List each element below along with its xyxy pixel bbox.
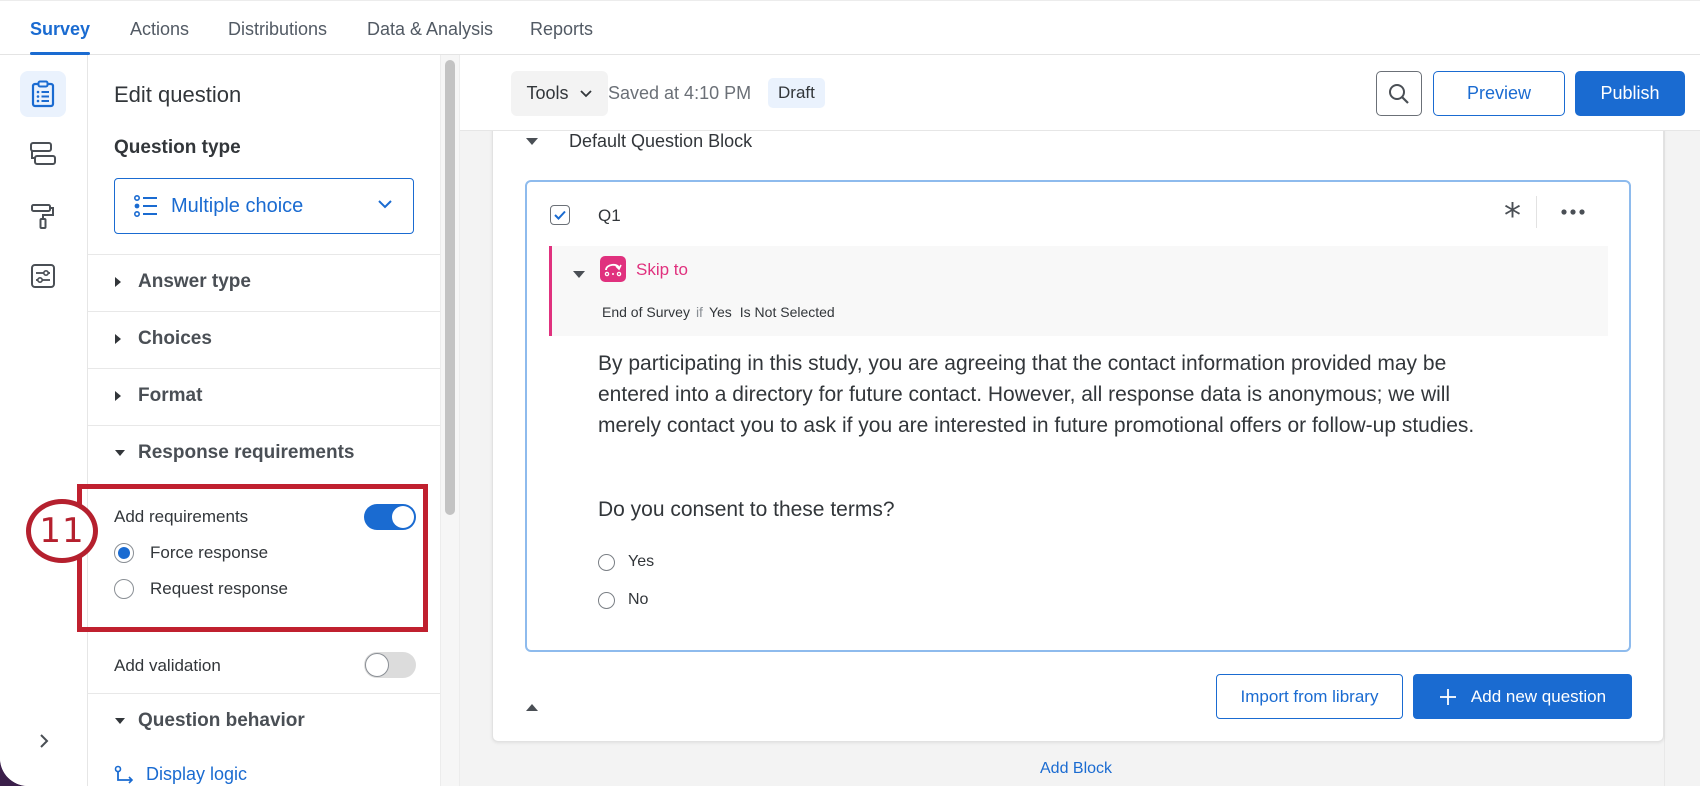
app-window: Survey Actions Distributions Data & Anal… — [0, 0, 1700, 786]
search-button[interactable] — [1376, 71, 1422, 116]
top-nav: Survey Actions Distributions Data & Anal… — [0, 0, 1700, 55]
tab-distributions[interactable]: Distributions — [228, 19, 327, 40]
paint-roller-icon — [31, 204, 54, 229]
skip-logic-icon — [600, 256, 626, 282]
question-id: Q1 — [598, 206, 621, 225]
caret-down-icon — [573, 271, 585, 278]
caret-right-icon — [115, 277, 121, 287]
toggle-knob — [365, 653, 389, 677]
question-card[interactable]: Q1 * Skip to End of Survey if Yes Is Not Se… — [525, 180, 1631, 652]
plus-icon — [1439, 688, 1456, 705]
question-type-label: Question type — [114, 137, 241, 158]
divider — [1536, 196, 1537, 228]
survey-flow-icon — [30, 142, 56, 165]
chevron-down-icon — [378, 200, 392, 209]
question-type-select[interactable]: Multiple choice — [114, 178, 414, 234]
caret-down-icon — [526, 138, 538, 145]
add-validation-label: Add validation — [114, 656, 221, 675]
section-format[interactable]: Format — [114, 385, 202, 407]
display-logic-icon — [114, 765, 134, 784]
publish-button[interactable]: Publish — [1575, 71, 1685, 116]
question-prompt[interactable]: Do you consent to these terms? — [598, 498, 895, 522]
checkmark-icon — [554, 210, 566, 220]
rail-item-survey[interactable] — [20, 71, 66, 117]
question-text[interactable]: By participating in this study, you are … — [598, 348, 1498, 441]
rail-item-look-and-feel[interactable] — [20, 193, 66, 239]
display-logic-link[interactable]: Display logic — [114, 764, 247, 785]
skip-logic-title[interactable]: Skip to — [636, 260, 688, 280]
question-select-checkbox[interactable] — [550, 205, 570, 225]
ellipsis-icon — [1561, 209, 1585, 215]
radio-unselected-icon — [598, 591, 615, 609]
collapse-skip-logic[interactable] — [572, 266, 586, 284]
caret-down-icon — [115, 450, 125, 456]
search-icon — [1389, 83, 1409, 104]
draft-badge: Draft — [768, 78, 825, 108]
block-title: Default Question Block — [569, 131, 753, 151]
tab-reports[interactable]: Reports — [530, 19, 593, 40]
add-block-link[interactable]: Add Block — [1040, 760, 1112, 778]
skip-logic-panel: Skip to End of Survey if Yes Is Not Selecte… — [549, 246, 1608, 336]
radio-unselected-icon — [598, 553, 615, 571]
chevron-right-icon — [40, 734, 49, 748]
tab-data-analysis[interactable]: Data & Analysis — [367, 19, 493, 40]
choice-no[interactable]: No — [598, 591, 648, 609]
tab-survey[interactable]: Survey — [30, 19, 90, 40]
panel-scrollbar-thumb[interactable] — [445, 60, 455, 515]
collapse-block-button[interactable] — [525, 699, 539, 717]
preview-button[interactable]: Preview — [1433, 71, 1565, 116]
list-icon — [133, 194, 157, 217]
survey-clipboard-icon — [31, 80, 55, 108]
add-validation-toggle[interactable] — [364, 652, 416, 678]
saved-status: Saved at 4:10 PM — [608, 83, 752, 103]
tools-dropdown[interactable]: Tools — [511, 71, 608, 116]
more-options-button[interactable] — [1561, 202, 1585, 220]
divider — [88, 368, 440, 369]
rail-item-survey-options[interactable] — [20, 253, 66, 299]
chevron-down-icon — [579, 89, 592, 97]
divider — [88, 425, 440, 426]
divider — [88, 311, 440, 312]
section-answer-type[interactable]: Answer type — [114, 271, 251, 293]
sliders-icon — [31, 264, 55, 288]
block-header[interactable]: Default Question Block — [525, 131, 752, 152]
tab-actions[interactable]: Actions — [130, 19, 189, 40]
editor-toolbar: Tools Saved at 4:10 PM Draft Preview Pub… — [460, 55, 1700, 131]
section-question-behavior[interactable]: Question behavior — [114, 710, 305, 732]
divider — [88, 693, 440, 694]
annotation-highlight-box — [77, 484, 428, 632]
icon-rail — [0, 55, 88, 786]
choice-yes[interactable]: Yes — [598, 553, 654, 571]
annotation-step-badge: 11 — [26, 499, 98, 563]
caret-up-icon — [526, 704, 538, 711]
add-new-question-button[interactable]: Add new question — [1413, 674, 1632, 719]
question-type-value: Multiple choice — [171, 194, 304, 217]
import-from-library-button[interactable]: Import from library — [1216, 674, 1403, 719]
caret-down-icon — [115, 718, 125, 724]
section-choices[interactable]: Choices — [114, 328, 212, 350]
expand-rail-button[interactable] — [30, 727, 58, 755]
right-gutter — [1664, 131, 1700, 786]
divider — [88, 254, 440, 255]
edit-question-panel: Edit question Question type Multiple cho… — [88, 55, 440, 786]
section-response-requirements[interactable]: Response requirements — [114, 442, 354, 464]
skip-logic-condition[interactable]: End of Survey if Yes Is Not Selected — [602, 304, 835, 320]
rail-item-survey-flow[interactable] — [20, 131, 66, 177]
panel-title: Edit question — [114, 82, 242, 107]
caret-right-icon — [115, 391, 121, 401]
caret-right-icon — [115, 334, 121, 344]
required-asterisk-icon[interactable]: * — [1504, 196, 1521, 236]
